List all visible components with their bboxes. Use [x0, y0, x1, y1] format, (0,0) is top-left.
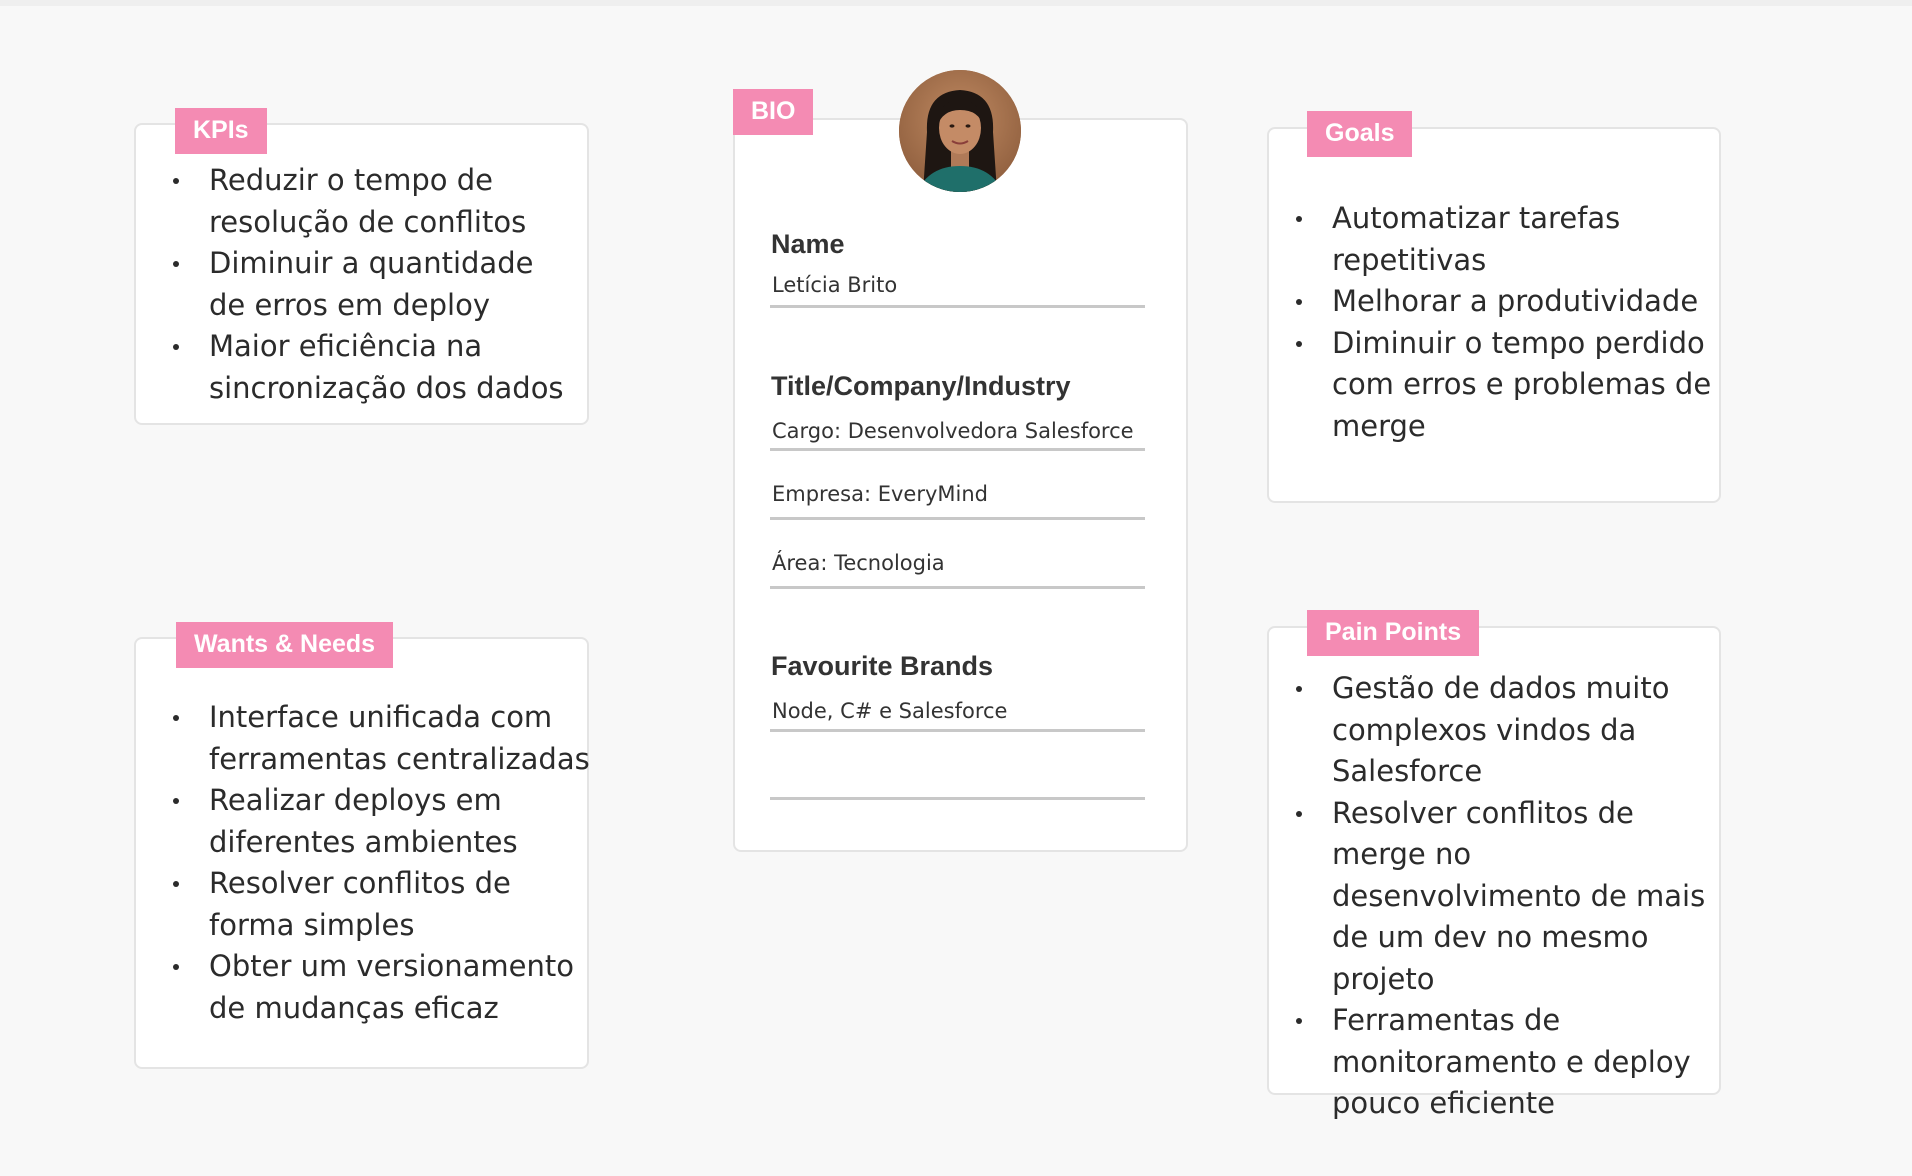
kpis-tag: KPIs — [175, 108, 267, 154]
wants-needs-tag: Wants & Needs — [176, 622, 394, 668]
list-item: Ferramentas de monitoramento e deploy po… — [1294, 1000, 1719, 1125]
top-strip — [0, 0, 1912, 6]
kpis-list: Reduzir o tempo de resolução de conflito… — [171, 160, 571, 409]
brands-label: Favourite Brands — [771, 651, 994, 681]
list-item: Interface unificada com ferramentas cent… — [171, 697, 591, 780]
list-item: Realizar deploys em diferentes ambientes — [171, 780, 591, 863]
list-item: Resolver conflitos de forma simples — [171, 863, 591, 946]
list-item: Resolver conflitos de merge no desenvolv… — [1294, 793, 1719, 1001]
pain-points-tag: Pain Points — [1307, 610, 1480, 656]
brands-value: Node, C# e Salesforce — [772, 699, 1008, 723]
name-label: Name — [771, 229, 845, 259]
cargo-divider — [770, 448, 1145, 451]
list-item: Melhorar a produtividade — [1294, 281, 1714, 323]
list-item: Reduzir o tempo de resolução de conflito… — [171, 160, 571, 243]
empresa-divider — [770, 517, 1145, 520]
avatar — [899, 70, 1021, 192]
empresa-value: Empresa: EveryMind — [772, 482, 988, 506]
bio-tag: BIO — [733, 89, 814, 135]
name-value: Letícia Brito — [772, 273, 898, 297]
name-divider — [770, 305, 1145, 308]
list-item: Gestão de dados muito complexos vindos d… — [1294, 668, 1719, 793]
list-item: Automatizar tarefas repetitivas — [1294, 198, 1714, 281]
title-label: Title/Company/Industry — [771, 371, 1071, 401]
list-item: Maior eficiência na sincronização dos da… — [171, 326, 571, 409]
list-item: Diminuir a quantidade de erros em deploy — [171, 243, 571, 326]
person-portrait-icon — [899, 70, 1021, 192]
empty-divider — [770, 797, 1145, 800]
area-divider — [770, 586, 1145, 589]
wants-needs-list: Interface unificada com ferramentas cent… — [171, 697, 591, 1029]
goals-list: Automatizar tarefas repetitivas Melhorar… — [1294, 198, 1714, 447]
list-item: Diminuir o tempo perdido com erros e pro… — [1294, 323, 1714, 448]
area-value: Área: Tecnologia — [772, 551, 945, 575]
goals-tag: Goals — [1307, 111, 1413, 157]
cargo-value: Cargo: Desenvolvedora Salesforce — [772, 419, 1134, 443]
list-item: Obter um versionamento de mudanças efica… — [171, 946, 591, 1029]
pain-points-list: Gestão de dados muito complexos vindos d… — [1294, 668, 1719, 1125]
brands-divider — [770, 729, 1145, 732]
